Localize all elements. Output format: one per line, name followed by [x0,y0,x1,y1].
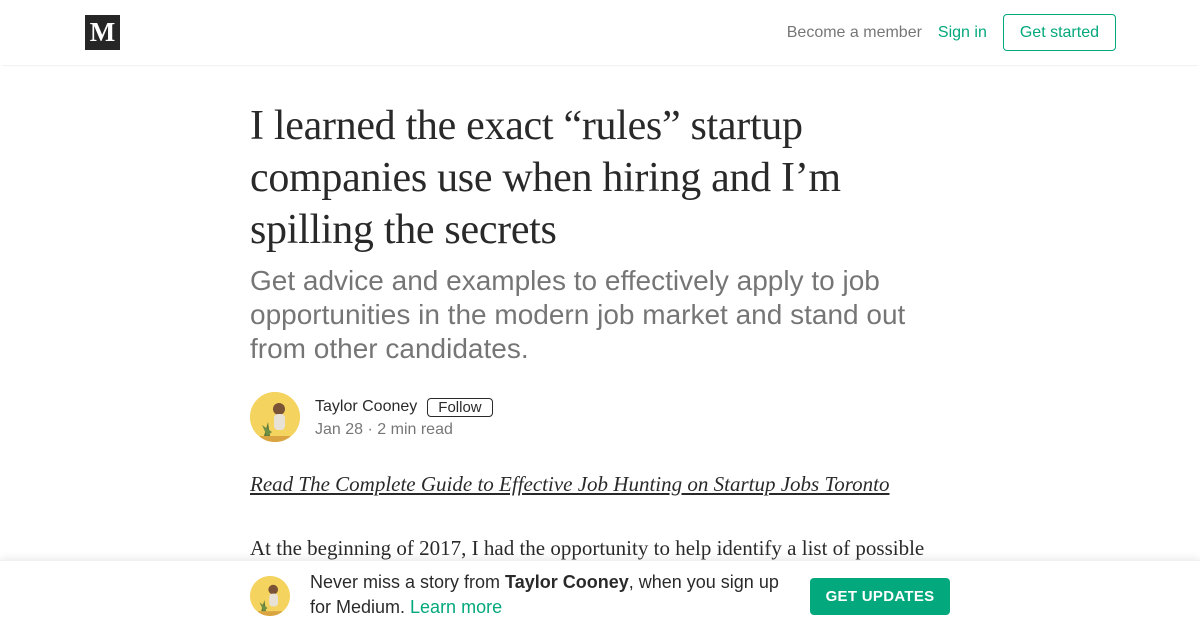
read-time: 2 min read [377,421,453,438]
get-updates-button[interactable]: GET UPDATES [810,578,950,615]
follow-button[interactable]: Follow [427,397,493,417]
banner-text-prefix: Never miss a story from [310,572,506,592]
learn-more-link[interactable]: Learn more [410,597,502,617]
get-updates-banner: Never miss a story from Taylor Cooney, w… [0,560,1200,630]
nav-actions: Become a member Sign in Get started [787,14,1116,51]
author-avatar-icon[interactable] [250,576,290,616]
sign-in-link[interactable]: Sign in [938,24,987,42]
article-subtitle: Get advice and examples to effectively a… [250,265,906,364]
byline: Taylor Cooney Follow Jan 28 · 2 min read [250,392,950,442]
author-name[interactable]: Taylor Cooney [315,398,417,416]
top-nav: M Become a member Sign in Get started [0,0,1200,65]
become-member-link[interactable]: Become a member [787,24,922,42]
banner-author[interactable]: Taylor Cooney [505,572,629,592]
meta-separator: · [367,421,373,438]
author-avatar-icon[interactable] [250,392,300,442]
article: I learned the exact “rules” startup comp… [250,100,950,564]
author-meta: Taylor Cooney Follow Jan 28 · 2 min read [315,395,493,439]
article-title: I learned the exact “rules” startup comp… [250,103,841,253]
guide-link[interactable]: Read The Complete Guide to Effective Job… [250,470,950,498]
get-started-button[interactable]: Get started [1002,14,1116,51]
post-date[interactable]: Jan 28 [315,421,363,438]
post-meta: Jan 28 · 2 min read [315,421,493,439]
banner-message: Never miss a story from Taylor Cooney, w… [310,570,780,620]
medium-logo-icon[interactable]: M [85,15,120,50]
